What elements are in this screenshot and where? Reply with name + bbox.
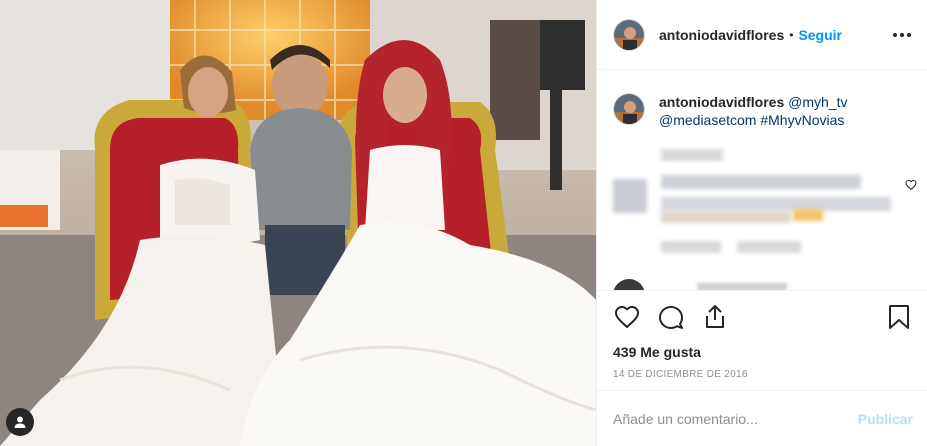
action-row <box>597 291 927 343</box>
blurred-avatar <box>613 179 647 213</box>
blurred-text <box>661 211 791 223</box>
header-avatar[interactable] <box>613 18 645 51</box>
more-options-icon[interactable] <box>891 27 913 43</box>
more-dot <box>893 32 897 37</box>
caption: antoniodavidflores @myh_tv @mediasetcom … <box>597 71 927 129</box>
comment-like-icon[interactable] <box>905 179 917 191</box>
share-icon <box>706 305 724 328</box>
blurred-text <box>661 149 723 161</box>
post-actions: 439 Me gusta 14 DE DICIEMBRE DE 2016 <box>597 290 927 380</box>
post-header: antoniodavidflores • Seguir <box>597 0 927 70</box>
caption-text: antoniodavidflores @myh_tv @mediasetcom … <box>659 93 847 129</box>
blurred-text <box>661 175 861 189</box>
header-username[interactable]: antoniodavidflores <box>659 27 784 43</box>
more-dot <box>907 32 911 37</box>
comment-icon <box>659 306 683 329</box>
follow-button[interactable]: Seguir <box>798 27 842 43</box>
caption-mention[interactable]: @myh_tv <box>788 94 847 110</box>
post-image <box>0 0 596 446</box>
blurred-text <box>661 197 891 211</box>
post-side-panel: antoniodavidflores • Seguir antoniodavid… <box>596 0 927 446</box>
tagged-user-icon[interactable] <box>6 408 34 436</box>
likes-count[interactable]: 439 Me gusta <box>597 343 927 361</box>
bookmark-icon[interactable] <box>885 303 913 331</box>
blurred-text <box>661 241 721 253</box>
post-photo[interactable] <box>0 0 596 446</box>
comment-input[interactable] <box>613 410 858 427</box>
more-dot <box>900 32 904 37</box>
caption-username[interactable]: antoniodavidflores <box>659 94 784 110</box>
heart-icon <box>614 305 640 329</box>
caption-avatar[interactable] <box>613 93 645 125</box>
post-date[interactable]: 14 DE DICIEMBRE DE 2016 <box>597 369 927 380</box>
blurred-comment <box>613 149 913 269</box>
avatar-image <box>614 94 644 124</box>
caption-hashtag[interactable]: #MhyvNovias <box>760 112 844 128</box>
add-comment-form: Publicar <box>597 390 927 446</box>
user-silhouette-icon <box>14 416 26 428</box>
blurred-text <box>737 241 801 253</box>
bookmark-icon <box>889 305 909 329</box>
heart-icon[interactable] <box>613 303 641 331</box>
share-icon[interactable] <box>701 303 729 331</box>
blurred-emoji <box>793 209 823 221</box>
comments-list[interactable]: antoniodavidflores @myh_tv @mediasetcom … <box>597 71 927 291</box>
avatar-image <box>614 19 644 50</box>
comment-icon[interactable] <box>657 303 685 331</box>
caption-mention[interactable]: @mediasetcom <box>659 112 756 128</box>
header-separator: • <box>789 27 794 42</box>
publish-button[interactable]: Publicar <box>858 411 913 427</box>
